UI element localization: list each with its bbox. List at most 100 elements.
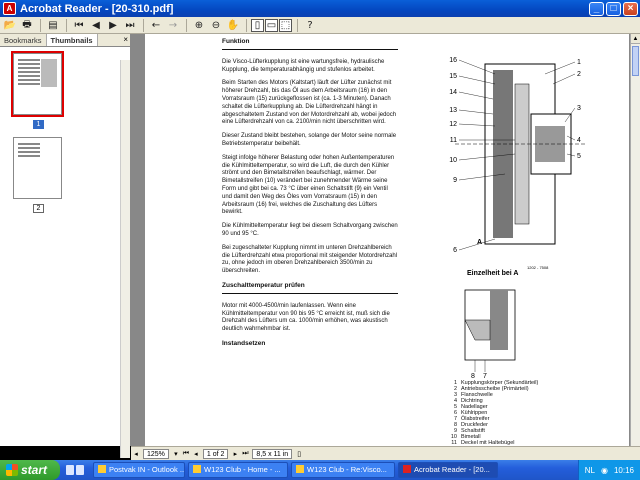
windows-logo-icon	[6, 464, 18, 476]
callout-number: 12	[449, 121, 457, 128]
callout-number: 16	[449, 57, 457, 64]
taskbar-item-acrobat[interactable]: Acrobat Reader - [20...	[398, 462, 498, 478]
scroll-up-icon[interactable]: ▲	[631, 34, 640, 44]
paragraph: Bei zugeschalteter Kupplung nimmt im unt…	[222, 244, 398, 275]
zoom-dropdown-icon[interactable]: ▾	[171, 450, 181, 458]
section-heading: Funktion	[222, 38, 250, 45]
quick-launch-icon[interactable]	[76, 465, 84, 475]
callout-number: 9	[453, 177, 457, 184]
thumbnail-list: 1 2	[0, 47, 130, 458]
toolbar-separator	[40, 18, 41, 32]
taskbar-item-w123-visco[interactable]: W123 Club - Re:Visco...	[291, 462, 395, 478]
next-page-icon[interactable]: ▸	[230, 450, 240, 458]
help-icon[interactable]: ?	[302, 18, 318, 33]
document-scrollbar[interactable]: ▲	[630, 34, 640, 446]
zoom-field[interactable]: 125%	[143, 448, 169, 459]
tab-thumbnails[interactable]: Thumbnails	[46, 34, 98, 46]
maximize-button[interactable]: □	[606, 1, 621, 16]
zoom-in-icon[interactable]: ⊕	[191, 18, 207, 33]
paragraph: Beim Starten des Motors (Kaltstart) läuf…	[222, 80, 397, 126]
browser-icon	[296, 465, 304, 473]
previous-page-icon[interactable]: ◂	[191, 450, 201, 458]
quick-launch-icon[interactable]	[66, 465, 74, 475]
start-label: start	[21, 463, 48, 477]
detail-marker: A	[477, 239, 482, 246]
browser-icon	[193, 465, 201, 473]
toolbar-separator	[143, 18, 144, 32]
actual-size-icon[interactable]: ▯	[251, 18, 264, 32]
section-heading: Instandsetzen	[222, 339, 266, 347]
taskbar-item-outlook[interactable]: Postvak IN - Outlook ...	[93, 462, 185, 478]
section-heading: Zuschalttemperatur prüfen	[222, 281, 305, 289]
task-label: Postvak IN - Outlook ...	[109, 465, 185, 474]
thumbnail-scrollbar[interactable]	[120, 60, 130, 458]
tray-icon[interactable]: ◉	[601, 466, 608, 475]
thumbnail-text-lines	[18, 59, 40, 87]
previous-page-icon[interactable]: ◀	[88, 18, 104, 33]
heading-rule	[222, 48, 398, 50]
toolbar-separator	[186, 18, 187, 32]
callout-number: 5	[577, 153, 581, 160]
callout-number: 13	[449, 107, 457, 114]
window-title: Acrobat Reader - [20-310.pdf]	[20, 2, 174, 15]
paragraph: Dieser Zustand bleibt bestehen, solange …	[222, 133, 397, 147]
last-page-icon[interactable]: ⏭	[240, 450, 250, 458]
paragraph: Motor mit 4000-4500/min laufenlassen. We…	[222, 302, 390, 333]
navigation-pane: Bookmarks Thumbnails × 1 2	[0, 34, 131, 458]
scroll-left-icon[interactable]: ◂	[131, 450, 141, 458]
detail-a-diagram: 8 7	[464, 289, 516, 380]
task-label: W123 Club - Re:Visco...	[307, 465, 387, 474]
go-forward-icon[interactable]: →	[165, 18, 181, 33]
callout-number: 15	[449, 73, 457, 80]
paragraph: Die Kühlmitteltemperatur liegt bei diese…	[222, 223, 398, 237]
drawing-code: 1202 - 7508	[527, 265, 549, 270]
heading-rule	[222, 292, 398, 294]
page-number-badge[interactable]: 1	[33, 120, 44, 129]
task-label: Acrobat Reader - [20...	[414, 465, 490, 474]
open-icon[interactable]: 📂	[2, 18, 18, 33]
acrobat-app-icon[interactable]: A	[3, 2, 16, 15]
callout-number: 14	[449, 89, 457, 96]
system-tray: NL ◉ 10:16	[577, 460, 640, 480]
paragraph: Die Visco-Lüfterkupplung ist eine wartun…	[222, 58, 385, 73]
windows-taskbar: start Postvak IN - Outlook ... W123 Club…	[0, 460, 640, 480]
fit-page-icon[interactable]: ▭	[265, 18, 278, 32]
toolbar-separator	[246, 18, 247, 32]
page-thumbnail-1[interactable]	[11, 51, 64, 117]
page-text-column: Funktion Die Visco-Lüfterkupplung ist ei…	[222, 38, 398, 351]
status-bar: ◂ 125% ▾ ⏮ ◂ 1 of 2 ▸ ⏭ 8,5 x 11 in ▯	[131, 446, 640, 460]
taskbar-item-w123-home[interactable]: W123 Club - Home - ...	[188, 462, 288, 478]
zoom-out-icon[interactable]: ⊖	[208, 18, 224, 33]
page-indicator[interactable]: 1 of 2	[202, 448, 229, 459]
clock: 10:16	[613, 465, 634, 475]
first-page-icon[interactable]: ⏮	[181, 450, 191, 458]
hand-tool-icon[interactable]: ✋	[225, 18, 241, 33]
callout-number: 1	[577, 59, 581, 66]
panel-close-icon[interactable]: ×	[123, 34, 130, 46]
paragraph: Steigt infolge höherer Belastung oder ho…	[222, 154, 395, 216]
callout-number: 11	[450, 137, 457, 144]
tab-bookmarks[interactable]: Bookmarks	[0, 34, 47, 46]
callout-number: 6	[453, 247, 457, 254]
page-number-badge[interactable]: 2	[33, 204, 44, 213]
first-page-icon[interactable]: ⏮	[71, 18, 87, 33]
language-indicator[interactable]: NL	[585, 466, 595, 475]
fit-width-icon[interactable]: ⬚	[279, 18, 292, 32]
outlook-icon	[98, 465, 106, 473]
toolbar-separator	[297, 18, 298, 32]
scrollbar-thumb[interactable]	[632, 46, 639, 76]
show-navigation-pane-icon[interactable]: ▤	[45, 18, 61, 33]
minimize-button[interactable]: _	[589, 1, 604, 16]
callout-number: 3	[577, 105, 581, 112]
close-button[interactable]: ×	[623, 1, 638, 16]
start-button[interactable]: start	[0, 460, 60, 480]
callout-number: 10	[449, 157, 457, 164]
go-back-icon[interactable]: ←	[148, 18, 164, 33]
print-icon[interactable]: 🖶	[19, 18, 35, 33]
page-thumbnail-2[interactable]	[13, 137, 62, 199]
toolbar: 📂 🖶 ▤ ⏮ ◀ ▶ ⏭ ← → ⊕ ⊖ ✋ ▯ ▭ ⬚ ?	[0, 17, 640, 34]
callout-number: 7	[483, 373, 487, 380]
last-page-icon[interactable]: ⏭	[122, 18, 138, 33]
layout-icon[interactable]: ▯	[294, 450, 304, 458]
next-page-icon[interactable]: ▶	[105, 18, 121, 33]
